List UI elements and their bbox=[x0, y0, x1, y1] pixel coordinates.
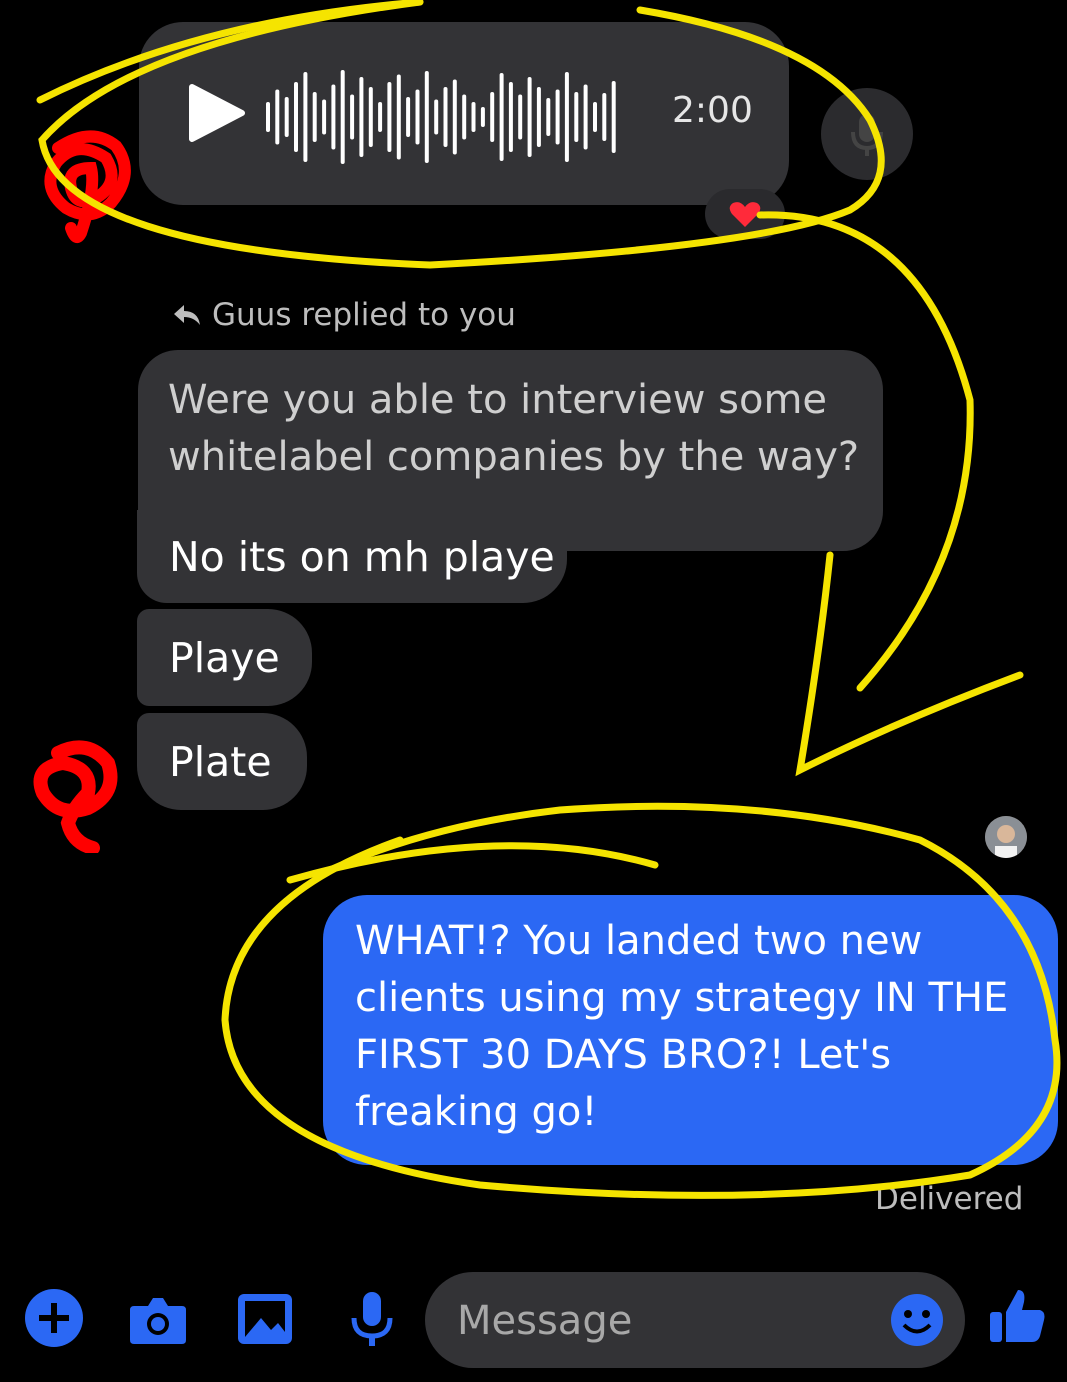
message-text: No its on mh playe bbox=[169, 532, 555, 581]
waveform-bar bbox=[574, 92, 579, 142]
waveform-bar bbox=[359, 77, 364, 157]
waveform-bar bbox=[294, 82, 298, 152]
waveform-bar bbox=[303, 72, 308, 162]
waveform-bar bbox=[378, 102, 383, 132]
waveform-bar bbox=[266, 102, 270, 132]
message-bubble[interactable]: Plate bbox=[137, 713, 307, 810]
quoted-message-text: Were you able to interview some whitelab… bbox=[168, 377, 860, 480]
waveform-bar bbox=[611, 81, 616, 153]
heart-icon bbox=[729, 202, 761, 227]
waveform-bar bbox=[434, 99, 439, 135]
message-text: Playe bbox=[169, 633, 280, 682]
waveform-bar bbox=[406, 97, 411, 137]
waveform-bar bbox=[424, 71, 429, 163]
waveform-bar bbox=[518, 94, 523, 140]
waveform-bar bbox=[340, 70, 345, 164]
message-bubble[interactable]: Playe bbox=[137, 609, 312, 706]
voice-duration: 2:00 bbox=[672, 90, 753, 131]
delivery-status: Delivered bbox=[875, 1181, 1024, 1217]
play-icon[interactable] bbox=[186, 83, 246, 143]
reply-header: Guus replied to you bbox=[172, 297, 516, 333]
message-composer[interactable] bbox=[425, 1272, 965, 1370]
image-icon[interactable] bbox=[236, 1290, 296, 1350]
voice-reply-button[interactable] bbox=[821, 88, 913, 180]
waveform-bar bbox=[564, 72, 569, 162]
reply-header-label: Guus replied to you bbox=[212, 297, 516, 333]
sent-message-text: WHAT!? You landed two new clients using … bbox=[355, 918, 1009, 1135]
waveform-bar bbox=[546, 98, 551, 136]
message-bubble[interactable]: No its on mh playe bbox=[137, 510, 567, 603]
waveform-bar bbox=[480, 107, 485, 127]
avatar bbox=[44, 130, 131, 243]
avatar bbox=[33, 740, 118, 853]
message-input[interactable] bbox=[455, 1272, 879, 1370]
waveform-bar bbox=[368, 87, 373, 147]
waveform-bar bbox=[275, 89, 280, 145]
waveform-bar bbox=[490, 92, 495, 142]
reply-icon bbox=[174, 305, 200, 325]
waveform-bar bbox=[312, 92, 317, 142]
reaction-badge[interactable] bbox=[705, 189, 785, 239]
waveform-bar bbox=[555, 89, 560, 145]
camera-icon[interactable] bbox=[128, 1290, 188, 1350]
microphone-icon[interactable] bbox=[342, 1290, 402, 1350]
waveform-bar bbox=[284, 97, 289, 137]
voice-waveform bbox=[266, 70, 616, 164]
waveform-bar bbox=[387, 82, 392, 152]
microphone-icon bbox=[851, 114, 883, 156]
message-text: Plate bbox=[169, 737, 272, 786]
waveform-bar bbox=[322, 99, 327, 135]
emoji-icon[interactable] bbox=[889, 1292, 945, 1348]
waveform-bar bbox=[396, 74, 401, 160]
waveform-bar bbox=[331, 84, 336, 150]
waveform-bar bbox=[508, 82, 513, 152]
sender-avatar bbox=[985, 816, 1027, 858]
waveform-bar bbox=[527, 77, 532, 157]
plus-icon[interactable] bbox=[24, 1288, 84, 1348]
waveform-bar bbox=[462, 94, 467, 140]
waveform-bar bbox=[415, 89, 420, 145]
waveform-bar bbox=[602, 93, 607, 141]
waveform-bar bbox=[593, 102, 597, 132]
waveform-bar bbox=[583, 84, 588, 150]
waveform-bar bbox=[350, 94, 355, 140]
waveform-bar bbox=[536, 87, 541, 147]
thumbs-up-icon[interactable] bbox=[988, 1286, 1048, 1346]
waveform-bar bbox=[452, 79, 457, 155]
waveform-bar bbox=[443, 87, 448, 147]
waveform-bar bbox=[471, 102, 476, 132]
waveform-bar bbox=[499, 73, 504, 161]
